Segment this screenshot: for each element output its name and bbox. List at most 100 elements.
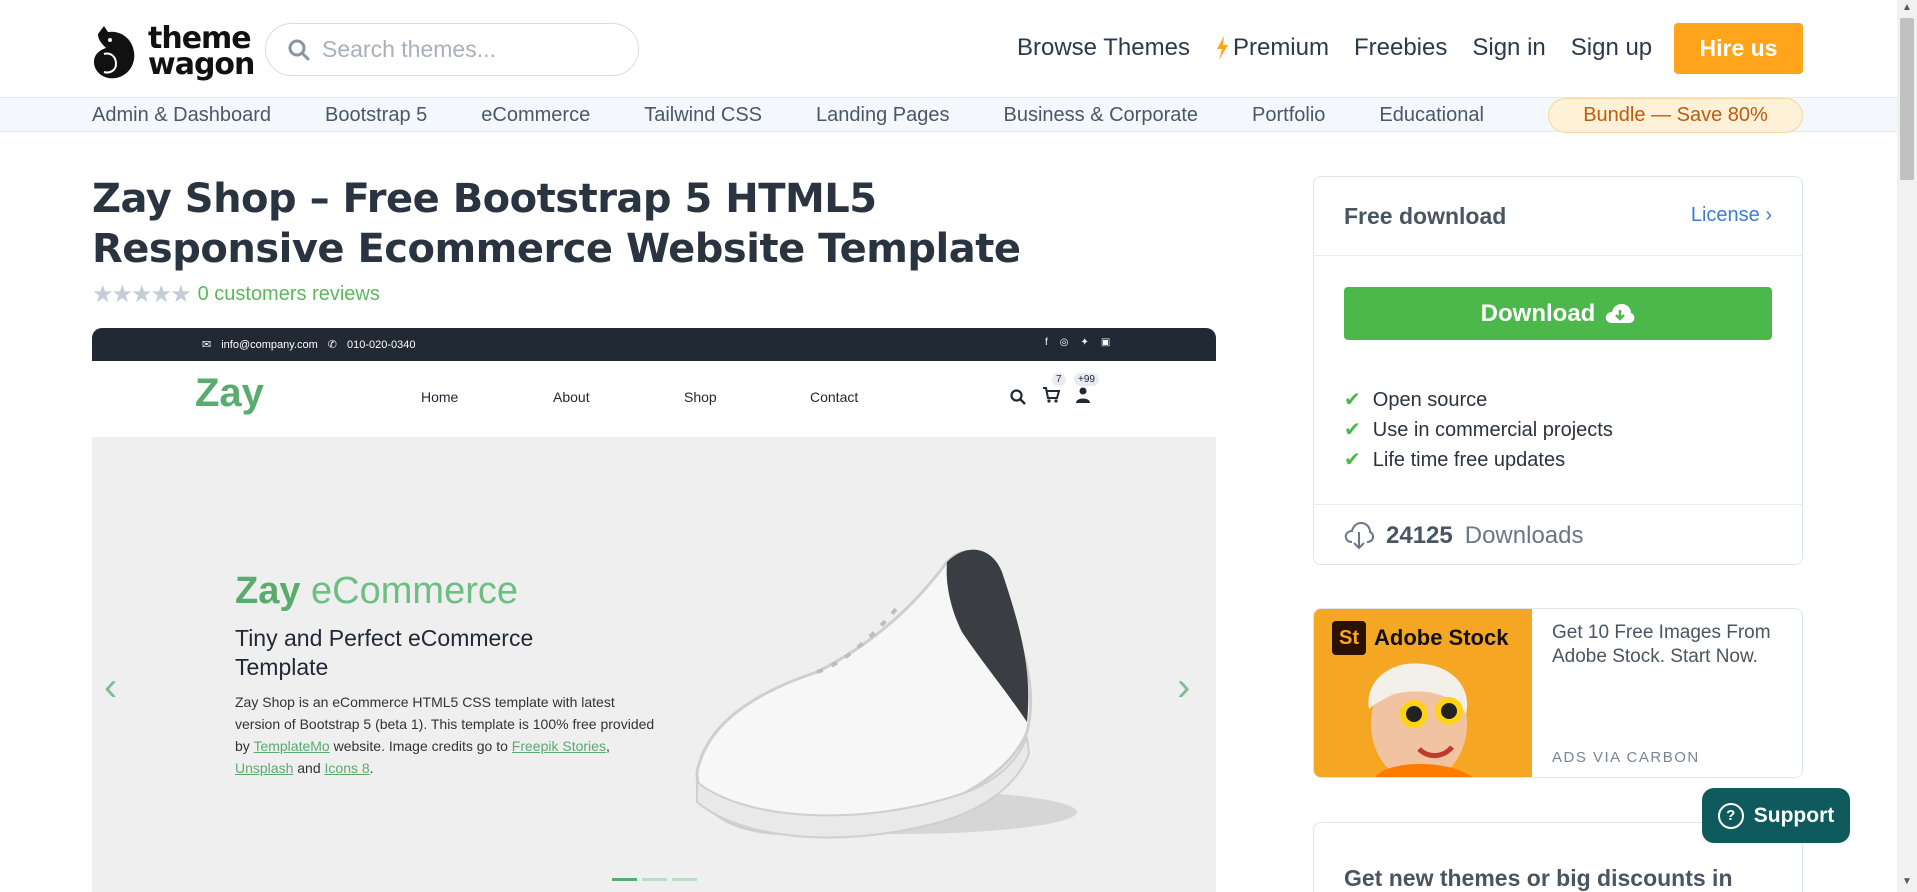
feature-item: ✔ Open source — [1344, 385, 1613, 415]
nav-premium-label: Premium — [1232, 34, 1329, 61]
facebook-icon: f — [1045, 337, 1048, 348]
search-box[interactable] — [265, 23, 639, 76]
downloads-count: 24125 — [1386, 521, 1453, 549]
nav-premium[interactable]: Premium — [1215, 34, 1329, 62]
downloads-label: Downloads — [1464, 521, 1584, 549]
category-landing-pages[interactable]: Landing Pages — [816, 104, 949, 127]
preview-social: f ◎ ✦ ▣ — [1045, 337, 1110, 348]
category-business-corporate[interactable]: Business & Corporate — [1003, 104, 1198, 127]
license-link[interactable]: License › — [1691, 204, 1772, 227]
hero-link-templatemo: TemplateMo — [253, 738, 330, 754]
preview-navbar: Zay Home About Shop Contact 7 +99 — [92, 361, 1216, 437]
nav-sign-in[interactable]: Sign in — [1472, 34, 1545, 62]
support-button[interactable]: ? Support — [1702, 788, 1850, 843]
preview-user: +99 — [1074, 373, 1099, 407]
carousel-prev-icon[interactable]: ‹ — [104, 665, 117, 710]
check-icon: ✔ — [1344, 449, 1361, 471]
site-header: theme wagon Browse Themes Premium Freebi… — [0, 0, 1897, 98]
carousel-next-icon[interactable]: › — [1177, 665, 1190, 710]
scroll-down-icon[interactable]: ▼ — [1902, 876, 1912, 887]
hero-link-unsplash: Unsplash — [235, 760, 294, 776]
preview-email: info@company.com — [221, 338, 318, 351]
cloud-download-icon — [1606, 303, 1635, 323]
license-label: License — [1690, 204, 1760, 226]
carousel-dot[interactable] — [672, 878, 697, 881]
hero-link-freepik: Freepik Stories — [511, 738, 606, 754]
carousel-dot[interactable] — [642, 878, 667, 881]
question-icon: ? — [1717, 802, 1744, 829]
nav-sign-up[interactable]: Sign up — [1571, 34, 1652, 62]
carousel-indicators[interactable] — [612, 878, 697, 881]
category-admin-dashboard[interactable]: Admin & Dashboard — [92, 104, 271, 127]
feature-item: ✔ Life time free updates — [1344, 445, 1613, 475]
hero-text-4: . — [369, 760, 374, 776]
scrollbar[interactable]: ▲ ▼ — [1897, 0, 1917, 892]
user-icon — [1076, 387, 1090, 403]
feature-item: ✔ Use in commercial projects — [1344, 415, 1613, 445]
nav-browse-themes[interactable]: Browse Themes — [1017, 34, 1190, 62]
hero-title-light: eCommerce — [311, 570, 518, 612]
feature-list: ✔ Open source ✔ Use in commercial projects… — [1344, 385, 1613, 475]
download-button[interactable]: Download — [1344, 287, 1772, 340]
preview-link-contact: Contact — [810, 389, 859, 405]
reviews-row: ★★★★★ 0 customers reviews — [92, 280, 380, 309]
hero-description: Zay Shop is an eCommerce HTML5 CSS templ… — [235, 694, 655, 776]
ad-text[interactable]: Get 10 Free Images From Adobe Stock. Sta… — [1552, 621, 1792, 669]
carousel-dot[interactable] — [612, 878, 637, 881]
check-icon: ✔ — [1344, 419, 1361, 441]
cart-badge: 7 — [1052, 373, 1066, 386]
category-educational[interactable]: Educational — [1379, 104, 1484, 127]
nav-freebies[interactable]: Freebies — [1354, 34, 1447, 62]
hero-link-icons8: Icons 8 — [324, 760, 370, 776]
preview-brand: Zay — [195, 371, 264, 415]
carbon-ad[interactable]: St Adobe Stock Get 10 Free Images From A… — [1313, 608, 1803, 778]
feature-label: Life time free updates — [1372, 449, 1566, 471]
preview-icons: 7 +99 — [1010, 373, 1099, 407]
cart-icon — [1043, 387, 1061, 403]
rating-stars-icon: ★★★★★ — [92, 281, 192, 308]
preview-hero: ‹ Zay eCommerce Tiny and Perfect eCommer… — [92, 437, 1216, 892]
search-input[interactable] — [322, 36, 622, 63]
feature-label: Open source — [1372, 389, 1488, 411]
search-icon — [288, 39, 310, 60]
woman-sunglasses-image — [1368, 663, 1472, 777]
themewagon-logo[interactable]: theme wagon — [90, 24, 255, 82]
scroll-up-icon[interactable]: ▲ — [1902, 2, 1912, 13]
preview-link-about: About — [553, 389, 590, 405]
ad-via[interactable]: ADS VIA CARBON — [1552, 749, 1700, 766]
ad-image[interactable]: St Adobe Stock — [1314, 609, 1532, 777]
top-nav: Browse Themes Premium Freebies Sign in S… — [1017, 34, 1652, 62]
category-ecommerce[interactable]: eCommerce — [481, 104, 590, 127]
mail-icon: ✉ — [202, 339, 212, 351]
hero-subtitle: Tiny and Perfect eCommerce Template — [235, 625, 534, 680]
category-portfolio[interactable]: Portfolio — [1252, 104, 1325, 127]
category-tailwind-css[interactable]: Tailwind CSS — [644, 104, 762, 127]
preview-phone: 010-020-0340 — [347, 338, 416, 351]
hire-us-button[interactable]: Hire us — [1674, 23, 1803, 74]
phone-icon: ✆ — [327, 339, 337, 351]
download-card: Free download License › Download ✔ Open s… — [1313, 176, 1803, 565]
preview-links: Home About Shop Contact — [421, 389, 858, 405]
hero-title: Zay eCommerce — [235, 570, 518, 613]
preview-link-shop: Shop — [684, 389, 717, 405]
hero-text-3: and — [297, 760, 321, 776]
download-label: Download — [1480, 299, 1596, 327]
sneaker-image — [695, 549, 1077, 839]
newsletter-text: Get new themes or big discounts in — [1344, 865, 1733, 891]
scrollbar-thumb[interactable] — [1900, 18, 1914, 180]
reviews-link[interactable]: 0 customers reviews — [198, 283, 380, 306]
logo-text-wagon: wagon — [148, 47, 255, 82]
bundle-badge[interactable]: Bundle — Save 80% — [1548, 98, 1803, 133]
instagram-icon: ◎ — [1059, 337, 1069, 348]
download-card-title: Free download — [1344, 203, 1507, 229]
support-label: Support — [1753, 803, 1835, 827]
preview-search-icon — [1010, 389, 1026, 405]
hero-text-2: website. Image credits go to — [333, 738, 508, 754]
preview-link-home: Home — [421, 389, 459, 405]
category-bootstrap-5[interactable]: Bootstrap 5 — [325, 104, 427, 127]
template-preview[interactable]: ✉ info@company.com ✆ 010-020-0340 f ◎ ✦ … — [92, 328, 1216, 892]
preview-topbar: ✉ info@company.com ✆ 010-020-0340 f ◎ ✦ … — [92, 328, 1216, 361]
user-badge: +99 — [1074, 373, 1099, 386]
check-icon: ✔ — [1344, 389, 1361, 411]
logo-wordmark: theme wagon — [148, 24, 255, 82]
